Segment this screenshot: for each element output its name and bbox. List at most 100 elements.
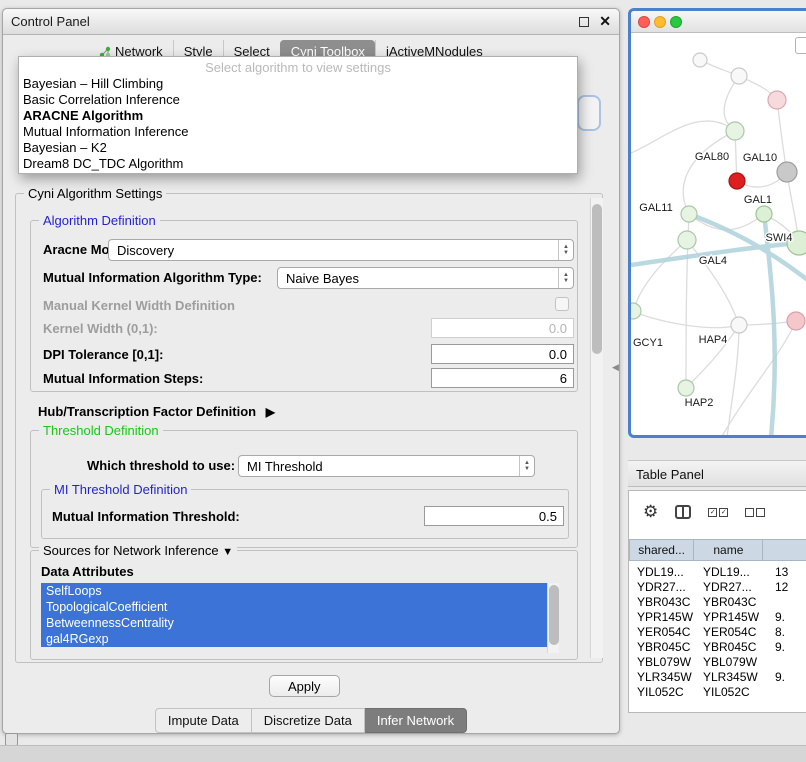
- node-label: HAP4: [699, 334, 728, 346]
- kernel-width-field[interactable]: 0.0: [431, 318, 574, 338]
- table-row[interactable]: YBL079W YBL079W: [629, 655, 806, 670]
- cell: YBR043C: [703, 595, 756, 609]
- cell: YDL19...: [637, 565, 684, 579]
- close-window-icon[interactable]: ✕: [599, 13, 611, 29]
- settings-scrollbar[interactable]: [590, 198, 603, 658]
- attribute-item[interactable]: BetweennessCentrality: [41, 615, 547, 631]
- table-panel-header[interactable]: Table Panel: [628, 460, 806, 487]
- table-panel-title: Table Panel: [636, 467, 704, 482]
- stepper-icon[interactable]: ▲▼: [558, 240, 573, 260]
- combo-value: MI Threshold: [239, 459, 519, 474]
- threshold-definition-group: Threshold Definition Which threshold to …: [30, 430, 578, 548]
- network-node[interactable]: [631, 303, 641, 319]
- network-node[interactable]: [693, 53, 707, 67]
- table-header-row: shared... name: [629, 539, 806, 561]
- network-node[interactable]: [787, 312, 805, 330]
- cell: YIL052C: [703, 685, 750, 699]
- tab-discretize-data[interactable]: Discretize Data: [252, 708, 365, 733]
- network-window-titlebar[interactable]: [631, 11, 806, 33]
- network-node[interactable]: [768, 91, 786, 109]
- table-row[interactable]: YLR345W YLR345W 9.: [629, 670, 806, 685]
- cell: 12: [775, 580, 788, 594]
- network-node[interactable]: [777, 162, 797, 182]
- table-row[interactable]: YIL052C YIL052C: [629, 685, 806, 700]
- sources-toggle[interactable]: Sources for Network Inference ▼: [39, 543, 237, 558]
- mi-type-combo[interactable]: Naive Bayes ▲▼: [277, 267, 574, 289]
- splitter-collapse-icon[interactable]: ◀: [612, 362, 619, 373]
- cell: YDL19...: [703, 565, 750, 579]
- network-node[interactable]: [731, 317, 747, 333]
- minimize-traffic-light-icon[interactable]: [654, 16, 666, 28]
- table-row[interactable]: YBR045C YBR045C 9.: [629, 640, 806, 655]
- cell: YIL052C: [637, 685, 684, 699]
- network-graph[interactable]: GAL80 GAL10 GAL11 GAL1 SWI4 GAL4 GCY1 HA…: [631, 33, 806, 438]
- collapsed-arrow-icon[interactable]: ▶: [266, 405, 275, 419]
- column-header[interactable]: name: [694, 539, 763, 561]
- group-title: MI Threshold Definition: [50, 482, 191, 497]
- network-node[interactable]: [681, 206, 697, 222]
- expanded-arrow-icon[interactable]: ▼: [222, 546, 233, 558]
- which-threshold-combo[interactable]: MI Threshold ▲▼: [238, 455, 535, 477]
- attribute-item[interactable]: SelfLoops: [41, 583, 547, 599]
- aracne-mode-combo[interactable]: Discovery ▲▼: [108, 239, 574, 261]
- hub-definition-toggle[interactable]: Hub/Transcription Factor Definition ▶: [38, 404, 275, 419]
- dropdown-item[interactable]: Dream8 DC_TDC Algorithm: [19, 156, 577, 172]
- table-row[interactable]: YDR27... YDR27... 12: [629, 580, 806, 595]
- scrollbar-thumb[interactable]: [549, 585, 559, 645]
- tab-impute-data[interactable]: Impute Data: [155, 708, 252, 733]
- obscured-control-fragment: [577, 95, 601, 131]
- stepper-icon[interactable]: ▲▼: [558, 268, 573, 288]
- dropdown-item[interactable]: Basic Correlation Inference: [19, 92, 577, 108]
- node-label: GAL1: [744, 194, 772, 206]
- control-panel-titlebar[interactable]: Control Panel ✕: [3, 9, 619, 35]
- apply-button[interactable]: Apply: [269, 675, 340, 697]
- combo-value: Discovery: [109, 243, 558, 258]
- node-label: GAL80: [695, 151, 729, 163]
- cell: 13: [775, 565, 788, 579]
- cell: 9.: [775, 610, 785, 624]
- table-row[interactable]: YBR043C YBR043C: [629, 595, 806, 610]
- column-header[interactable]: [763, 539, 806, 561]
- gear-icon[interactable]: ⚙: [643, 503, 658, 521]
- attribute-item[interactable]: gal4RGexp: [41, 631, 547, 647]
- node-label: GAL4: [699, 255, 727, 267]
- cell: YBR043C: [637, 595, 690, 609]
- network-node[interactable]: [756, 206, 772, 222]
- table-toolbar: ⚙ ✓✓: [643, 503, 765, 521]
- manual-kernel-checkbox[interactable]: [555, 297, 569, 311]
- network-view-window[interactable]: GAL80 GAL10 GAL11 GAL1 SWI4 GAL4 GCY1 HA…: [628, 8, 806, 438]
- attribute-item[interactable]: TopologicalCoefficient: [41, 599, 547, 615]
- scrollbar-thumb[interactable]: [592, 204, 602, 354]
- network-node[interactable]: [731, 68, 747, 84]
- dropdown-item[interactable]: Bayesian – Hill Climbing: [19, 76, 577, 92]
- column-header[interactable]: shared...: [629, 539, 694, 561]
- group-title: Cyni Algorithm Settings: [24, 186, 166, 201]
- cell: YER054C: [637, 625, 690, 639]
- close-traffic-light-icon[interactable]: [638, 16, 650, 28]
- cell: YLR345W: [637, 670, 692, 684]
- control-panel-window: Control Panel ✕ Network Style Select: [2, 8, 620, 734]
- hub-definition-label: Hub/Transcription Factor Definition: [38, 404, 256, 419]
- table-row[interactable]: YPR145W YPR145W 9.: [629, 610, 806, 625]
- columns-icon[interactable]: [675, 505, 691, 519]
- network-node-gal10[interactable]: [729, 173, 745, 189]
- node-label: GCY1: [633, 337, 663, 349]
- table-row[interactable]: YDL19... YDL19... 13: [629, 565, 806, 580]
- dropdown-item[interactable]: Bayesian – K2: [19, 140, 577, 156]
- dpi-tolerance-field[interactable]: 0.0: [431, 344, 574, 364]
- mi-steps-field[interactable]: 6: [431, 368, 574, 388]
- select-all-columns-icon[interactable]: ✓✓: [708, 508, 728, 517]
- stepper-icon[interactable]: ▲▼: [519, 456, 534, 476]
- dropdown-item-selected[interactable]: ARACNE Algorithm: [19, 108, 577, 124]
- tab-infer-network[interactable]: Infer Network: [365, 708, 467, 733]
- dropdown-item[interactable]: Mutual Information Inference: [19, 124, 577, 140]
- attributes-scrollbar[interactable]: [547, 583, 559, 653]
- zoom-traffic-light-icon[interactable]: [670, 16, 682, 28]
- table-row[interactable]: YER054C YER054C 8.: [629, 625, 806, 640]
- deselect-all-columns-icon[interactable]: [745, 508, 765, 517]
- float-window-icon[interactable]: [579, 17, 589, 27]
- network-node[interactable]: [678, 380, 694, 396]
- network-node[interactable]: [678, 231, 696, 249]
- mi-threshold-field[interactable]: 0.5: [424, 506, 564, 526]
- network-node[interactable]: [726, 122, 744, 140]
